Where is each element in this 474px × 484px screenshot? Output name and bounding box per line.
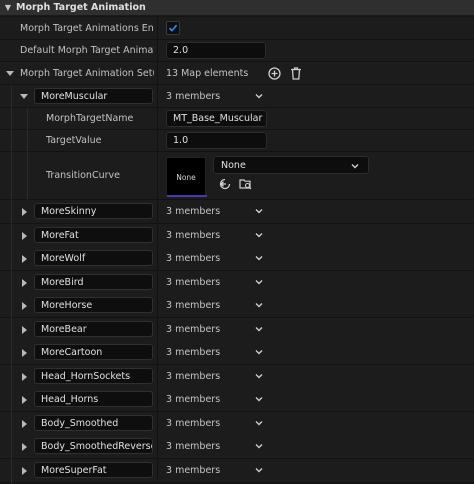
members-label: 3 members	[166, 277, 221, 288]
members-label: 3 members	[166, 441, 221, 452]
chevron-down-icon[interactable]	[254, 253, 264, 263]
members-label: 3 members	[166, 230, 221, 241]
chevron-down-icon[interactable]	[254, 324, 264, 334]
map-row: MoreHorse 3 members	[0, 294, 474, 318]
chevron-down-icon[interactable]	[254, 371, 264, 381]
map-row: MoreSkinny 3 members	[0, 200, 474, 224]
map-key-input[interactable]: MoreWolf	[34, 250, 153, 266]
map-row: MoreFat 3 members	[0, 224, 474, 248]
expand-arrow-icon[interactable]	[22, 373, 27, 381]
chevron-down-icon[interactable]	[254, 206, 264, 216]
map-row: Body_SmoothedReversed 3 members	[0, 435, 474, 459]
curve-asset-dropdown[interactable]: None	[213, 156, 369, 174]
map-key-input[interactable]: MoreBear	[34, 321, 153, 337]
prop-row-default: Default Morph Target Animatio... 2.0	[0, 40, 474, 62]
map-key-input[interactable]: MoreHorse	[34, 297, 153, 313]
setup-expand-icon[interactable]	[6, 71, 14, 76]
chevron-down-icon[interactable]	[254, 418, 264, 428]
members-label: 3 members	[166, 371, 221, 382]
prop-row-enabled: Morph Target Animations Enabl...	[0, 17, 474, 40]
category-title: Morph Target Animation	[16, 2, 146, 13]
curve-asset-value: None	[221, 159, 246, 171]
prop-label-enabled: Morph Target Animations Enabl...	[20, 22, 154, 34]
curve-thumbnail-label: None	[176, 172, 196, 182]
map-row: Head_HornSockets 3 members	[0, 365, 474, 389]
members-label: 3 members	[166, 253, 221, 264]
expand-arrow-icon[interactable]	[22, 326, 27, 334]
expand-arrow-icon[interactable]	[22, 279, 27, 287]
chevron-down-icon[interactable]	[254, 394, 264, 404]
chevron-down-icon[interactable]	[254, 91, 264, 101]
map-key-input[interactable]: MoreBird	[34, 274, 153, 290]
map-key-input[interactable]: MoreCartoon	[34, 344, 153, 360]
members-label: 3 members	[166, 324, 221, 335]
chevron-down-icon[interactable]	[254, 230, 264, 240]
expand-arrow-icon[interactable]	[22, 420, 27, 428]
expand-arrow-icon[interactable]	[22, 232, 27, 240]
members-label: 3 members	[166, 465, 221, 476]
collapse-arrow-icon[interactable]: ▼	[0, 3, 16, 12]
map-key-input[interactable]: Head_Horns	[34, 391, 153, 407]
members-label: 3 members	[166, 206, 221, 217]
trash-icon[interactable]	[290, 67, 302, 80]
expand-arrow-icon[interactable]	[22, 349, 27, 357]
enabled-checkbox[interactable]	[166, 21, 180, 35]
map-key-input[interactable]: MoreSuperFat	[34, 462, 153, 478]
expand-arrow-icon[interactable]	[22, 255, 27, 263]
members-label: 3 members	[166, 300, 221, 311]
member-label-target: TargetValue	[46, 135, 102, 146]
map-key-input[interactable]: Body_SmoothedReversed	[34, 438, 153, 454]
morph-target-name-input[interactable]: MT_Base_Muscular	[166, 110, 267, 127]
member-row-target: TargetValue 1.0	[0, 130, 474, 152]
members-label: 3 members	[166, 394, 221, 405]
chevron-down-icon[interactable]	[254, 441, 264, 451]
members-label: 3 members	[166, 347, 221, 358]
category-header[interactable]: ▼ Morph Target Animation	[0, 0, 474, 16]
map-row: Head_Horns 3 members	[0, 388, 474, 412]
prop-row-setup: Morph Target Animation Setup 13 Map elem…	[0, 62, 474, 85]
browse-asset-icon[interactable]	[239, 178, 252, 190]
map-key-input[interactable]: Body_Smoothed	[34, 415, 153, 431]
member-row-name: MorphTargetName MT_Base_Muscular	[0, 108, 474, 130]
prop-label-setup: Morph Target Animation Setup	[20, 67, 154, 79]
check-icon	[168, 24, 178, 32]
map-row: MoreBear 3 members	[0, 318, 474, 342]
map-row: Body_Smoothed 3 members	[0, 412, 474, 436]
map-key-input[interactable]: MoreSkinny	[34, 203, 153, 219]
map-key-input[interactable]: MoreFat	[34, 227, 153, 243]
curve-thumbnail[interactable]: None	[166, 157, 207, 197]
prop-label-default: Default Morph Target Animatio...	[20, 45, 154, 56]
map-row-expanded: MoreMuscular 3 members	[0, 85, 474, 108]
map-key-input[interactable]: Head_HornSockets	[34, 368, 153, 384]
map-row: MoreBird 3 members	[0, 271, 474, 295]
default-value-input[interactable]: 2.0	[166, 42, 266, 59]
chevron-down-icon[interactable]	[254, 347, 264, 357]
map-row: MoreCartoon 3 members	[0, 341, 474, 365]
element-expand-icon[interactable]	[20, 94, 28, 99]
member-label-name: MorphTargetName	[46, 113, 134, 124]
add-element-icon[interactable]	[268, 67, 281, 80]
chevron-down-icon[interactable]	[254, 277, 264, 287]
chevron-down-icon[interactable]	[254, 300, 264, 310]
chevron-down-icon[interactable]	[254, 465, 264, 475]
map-key-input[interactable]: MoreMuscular	[34, 88, 153, 104]
expand-arrow-icon[interactable]	[22, 396, 27, 404]
expand-arrow-icon[interactable]	[22, 302, 27, 310]
member-label-curve: TransitionCurve	[46, 170, 120, 181]
members-label: 3 members	[166, 418, 221, 429]
setup-count: 13 Map elements	[166, 68, 249, 79]
expand-arrow-icon[interactable]	[22, 443, 27, 451]
map-row: MoreWolf 3 members	[0, 247, 474, 271]
map-row: MoreSuperFat 3 members	[0, 459, 474, 483]
expand-arrow-icon[interactable]	[22, 467, 27, 475]
chevron-down-icon	[351, 164, 359, 169]
use-selected-icon[interactable]	[219, 178, 231, 190]
expand-arrow-icon[interactable]	[22, 208, 27, 216]
members-label: 3 members	[166, 91, 221, 102]
target-value-input[interactable]: 1.0	[166, 132, 267, 149]
